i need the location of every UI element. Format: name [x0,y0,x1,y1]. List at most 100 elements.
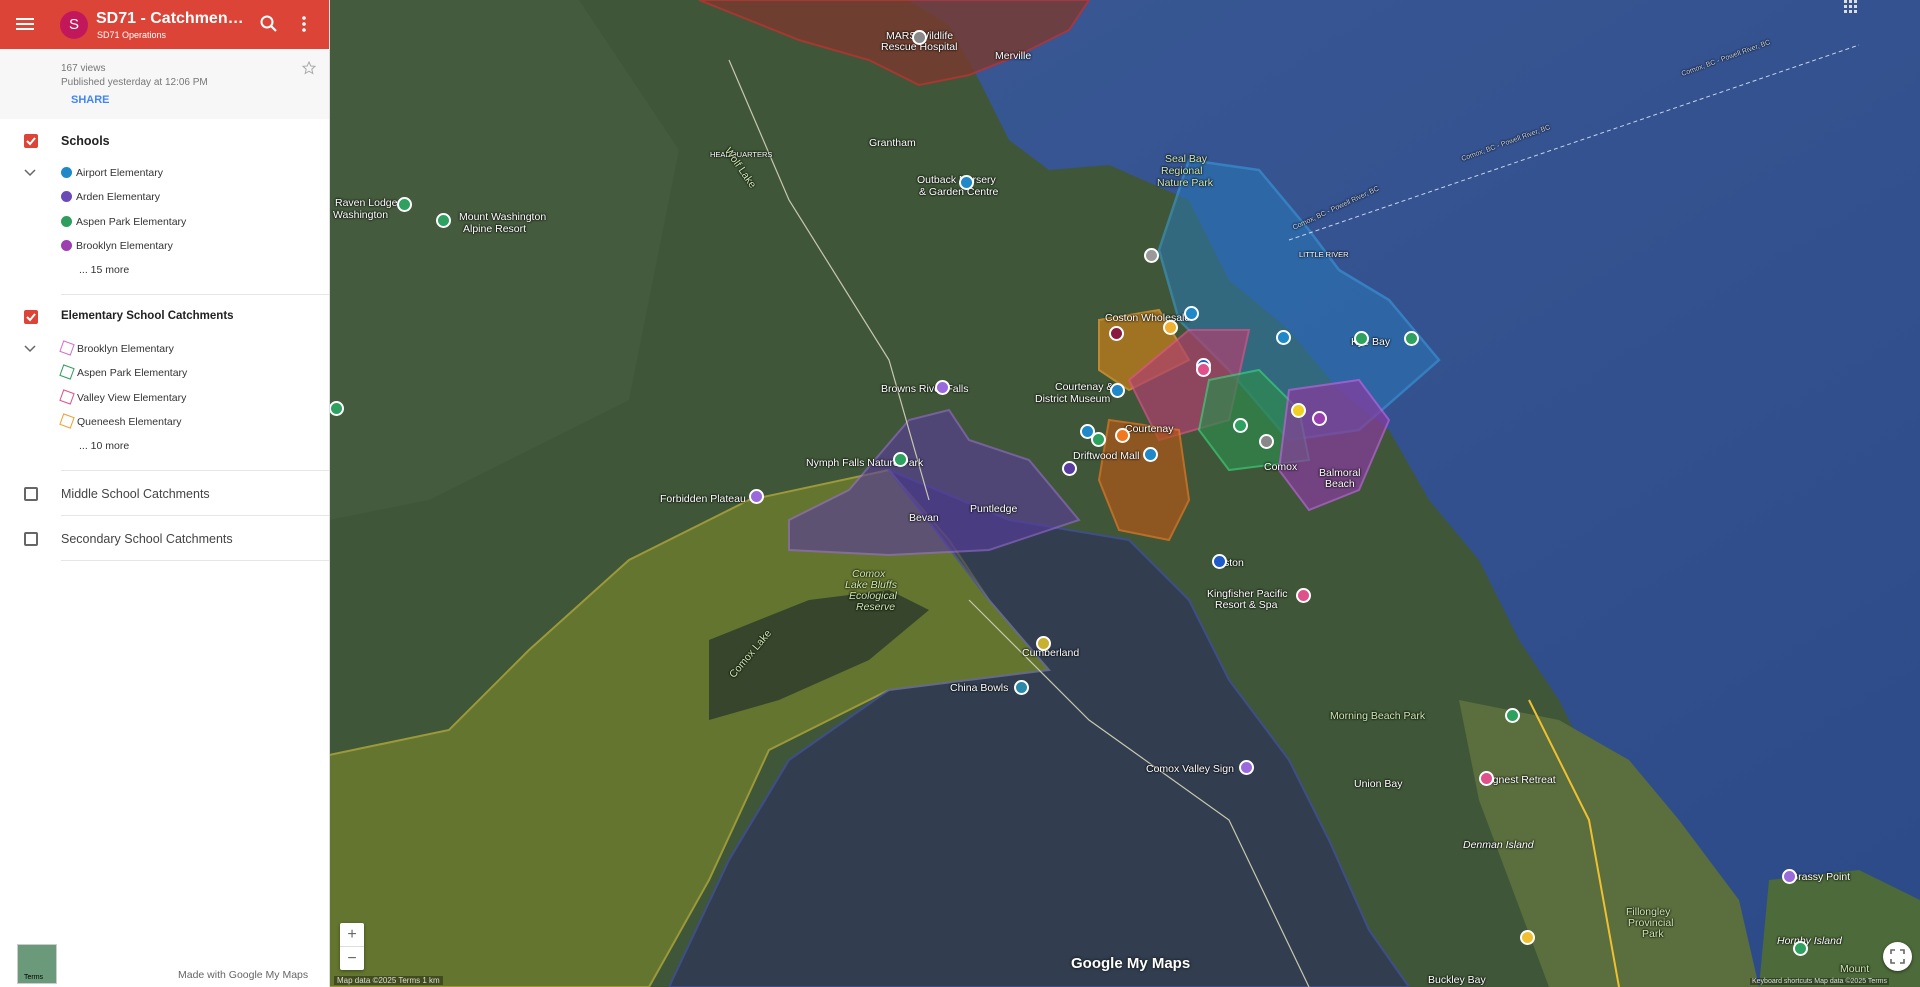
list-item[interactable]: Brooklyn Elementary [59,340,174,356]
check-icon [26,313,36,322]
map-label: Bevan [909,512,939,524]
layer-name[interactable]: Elementary School Catchments [61,310,234,322]
polygon-icon [59,389,75,405]
map-pin-icon[interactable] [893,452,908,467]
middle-catchments-checkbox[interactable] [24,487,38,501]
map-label: HEADQUARTERS [710,150,773,159]
zoom-in-button[interactable]: + [340,923,364,947]
zoom-out-button[interactable]: − [340,947,364,970]
school-pin-icon[interactable] [1091,432,1106,447]
school-pin-icon[interactable] [1109,326,1124,341]
fullscreen-button[interactable] [1883,942,1912,971]
map-pin-icon[interactable] [1505,708,1520,723]
search-icon[interactable] [259,14,279,34]
list-item[interactable]: Airport Elementary [61,166,163,180]
layer-name[interactable]: Middle School Catchments [61,487,210,501]
list-item[interactable]: Aspen Park Elementary [59,364,187,380]
school-pin-icon[interactable] [1062,461,1077,476]
layer-name[interactable]: Secondary School Catchments [61,532,233,546]
list-item[interactable]: Queneesh Elementary [59,413,181,429]
school-pin-icon[interactable] [1291,403,1306,418]
list-item[interactable]: Brooklyn Elementary [61,239,173,253]
sidebar: S SD71 - Catchment Bo... SD71 Operations… [0,0,330,987]
map-label: & Garden Centre [919,186,999,198]
map-label: Outback Nursery [917,174,996,186]
map-label: Courtenay [1125,423,1174,435]
list-item[interactable]: Arden Elementary [61,190,160,204]
map-label: China Bowls [950,682,1009,694]
share-button[interactable]: SHARE [71,94,110,106]
map-label: Morning Beach Park [1330,710,1426,722]
map-subtitle: SD71 Operations [97,30,167,40]
school-pin-icon[interactable] [1233,418,1248,433]
school-pin-icon[interactable] [1793,941,1808,956]
map-pin-icon[interactable] [436,213,451,228]
school-pin-icon[interactable] [1259,434,1274,449]
map-attribution-right: Keyboard shortcuts Map data ©2025 Terms [1750,978,1889,985]
map-meta: 167 views Published yesterday at 12:06 P… [61,62,208,90]
layer-name[interactable]: Schools [61,134,110,148]
school-pin-icon[interactable] [1404,331,1419,346]
map-canvas[interactable]: Merville MARS Wildlife Rescue Hospital G… [329,0,1920,987]
menu-icon[interactable] [14,13,36,35]
polygon-icon [59,364,75,380]
thumb-label: Terms [24,974,44,981]
school-icon [61,166,72,178]
map-pin-icon[interactable] [1479,771,1494,786]
secondary-catchments-checkbox[interactable] [24,532,38,546]
map-label: Courtenay & [1055,381,1114,393]
list-item[interactable]: Aspen Park Elementary [61,215,186,229]
map-pin-icon[interactable] [959,175,974,190]
map-pin-icon[interactable] [912,30,927,45]
more-items-link[interactable]: ... 10 more [79,440,129,452]
map-label: Forbidden Plateau [660,493,746,505]
school-icon [61,190,72,202]
map-label: Mount Washington [459,211,547,223]
avatar[interactable]: S [60,11,88,39]
published-date: Published yesterday at 12:06 PM [61,77,208,88]
more-items-link[interactable]: ... 15 more [79,264,129,276]
school-pin-icon[interactable] [1520,930,1535,945]
school-pin-icon[interactable] [1212,554,1227,569]
more-options-icon[interactable] [296,14,312,34]
map-label: Buckley Bay [1428,974,1486,986]
school-pin-icon[interactable] [1115,428,1130,443]
polygon-icon [59,340,75,356]
divider [61,294,329,295]
basemap-thumbnail[interactable]: Terms [17,944,57,984]
map-pin-icon[interactable] [1296,588,1311,603]
school-pin-icon[interactable] [1354,331,1369,346]
map-label: Grassy Point [1790,871,1851,883]
school-pin-icon[interactable] [1036,636,1051,651]
chevron-down-icon[interactable] [24,345,36,353]
map-pin-icon[interactable] [935,380,950,395]
map-pin-icon[interactable] [1184,306,1199,321]
map-label: Merville [995,50,1032,62]
check-icon [26,137,36,146]
elementary-catchments-checkbox[interactable] [24,310,38,324]
school-pin-icon[interactable] [1196,362,1211,377]
polygon-icon [59,413,75,429]
list-item[interactable]: Valley View Elementary [59,389,186,405]
map-pin-icon[interactable] [1239,760,1254,775]
schools-checkbox[interactable] [24,134,38,148]
map-pin-icon[interactable] [1110,383,1125,398]
school-pin-icon[interactable] [1312,411,1327,426]
map-pin-icon[interactable] [1143,447,1158,462]
map-pin-icon[interactable] [397,197,412,212]
map-pin-icon[interactable] [1144,248,1159,263]
map-pin-icon[interactable] [329,401,344,416]
map-pin-icon[interactable] [1014,680,1029,695]
school-pin-icon[interactable] [1276,330,1291,345]
map-pin-icon[interactable] [749,489,764,504]
star-icon[interactable] [302,61,316,75]
map-label: Park [1642,928,1664,940]
view-count: 167 views [61,63,106,74]
map-title: SD71 - Catchment Bo... [96,10,248,27]
chevron-down-icon[interactable] [24,169,36,177]
map-pin-icon[interactable] [1782,869,1797,884]
school-pin-icon[interactable] [1163,320,1178,335]
apps-grid-icon[interactable] [1844,0,1857,13]
map-label: Seal Bay [1165,153,1208,165]
map-label: Coston Wholesale [1105,312,1191,324]
